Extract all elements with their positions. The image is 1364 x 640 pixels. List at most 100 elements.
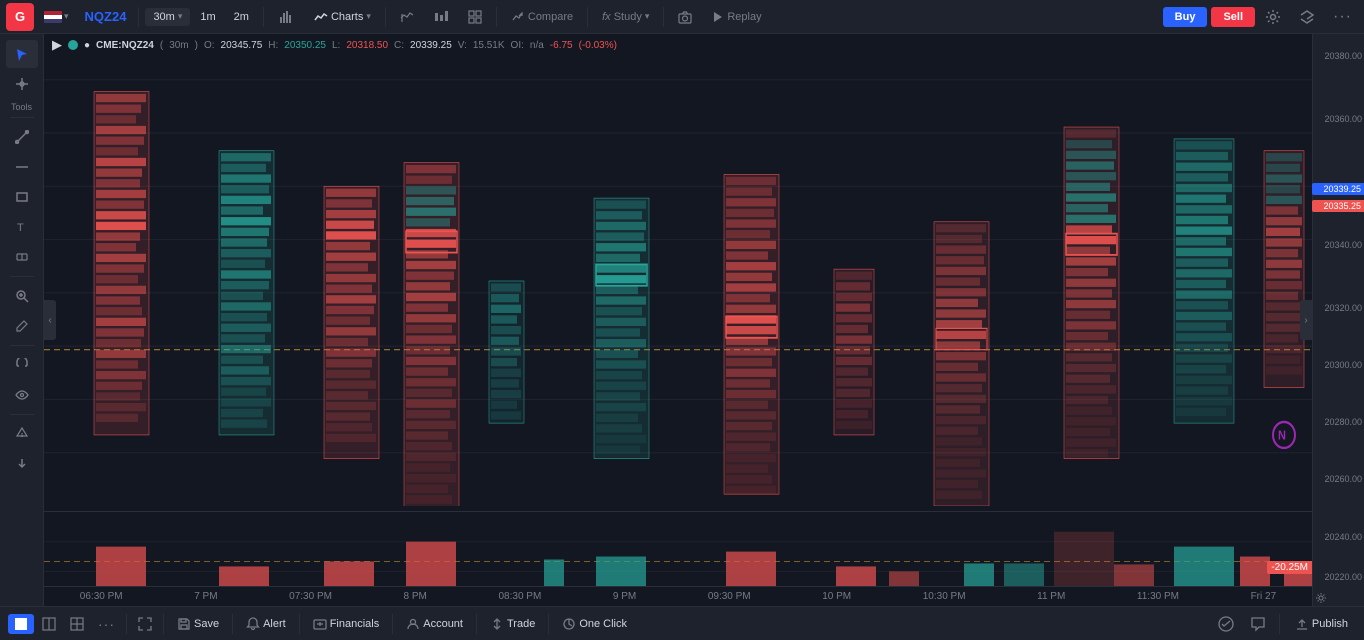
tool-alert-chart[interactable]	[6, 420, 38, 448]
price-level-9: 20220.00	[1324, 572, 1362, 582]
replay-btn[interactable]: Replay	[704, 8, 769, 26]
tool-line[interactable]	[6, 123, 38, 151]
tool-crosshair[interactable]	[6, 70, 38, 98]
tool-horizontal-line[interactable]	[6, 153, 38, 181]
tool-measure[interactable]	[6, 243, 38, 271]
sidebar-sep-2	[10, 276, 34, 277]
time-label-8: 10:30 PM	[923, 591, 966, 602]
flag-button[interactable]: ▾	[38, 9, 75, 25]
price-level-8: 20240.00	[1324, 532, 1362, 542]
svg-text:N: N	[1278, 428, 1286, 443]
financials-label: Financials	[330, 618, 380, 630]
bottom-tools-sep-6	[476, 614, 477, 634]
tools-label: Tools	[11, 102, 32, 112]
tool-brush[interactable]	[6, 312, 38, 340]
chart-svg: N	[44, 56, 1312, 506]
one-click-btn[interactable]: One Click	[554, 614, 635, 634]
indicator-btn-2[interactable]	[426, 7, 456, 27]
fullscreen-btn[interactable]	[132, 614, 158, 634]
tool-magnet[interactable]	[6, 351, 38, 379]
save-btn[interactable]: Save	[169, 614, 227, 634]
account-btn[interactable]: Account	[398, 614, 471, 634]
trade-btn[interactable]: Trade	[482, 614, 543, 634]
publish-label: Publish	[1312, 618, 1348, 630]
expand-info-btn[interactable]: ▶	[52, 37, 62, 53]
camera-btn[interactable]	[670, 7, 700, 27]
us-flag-icon	[44, 11, 62, 23]
price-scale-settings[interactable]	[1315, 592, 1327, 604]
layout-split-4-btn[interactable]	[64, 614, 90, 634]
chart-change: -6.75	[550, 40, 573, 51]
tool-eye[interactable]	[6, 381, 38, 409]
chart-change-pct: (-0.03%)	[579, 40, 617, 51]
time-label-3: 8 PM	[404, 591, 427, 602]
time-label-7: 10 PM	[822, 591, 851, 602]
nav-right-section: Buy Sell ···	[1163, 5, 1358, 29]
bottom-tools-sep-8	[1279, 614, 1280, 634]
financials-btn[interactable]: Financials	[305, 614, 388, 634]
time-label-6: 09:30 PM	[708, 591, 751, 602]
charts-button[interactable]: Charts ▾	[306, 7, 379, 27]
bottom-tools-sep-1	[126, 614, 127, 634]
time-label-0: 06:30 PM	[80, 591, 123, 602]
bottom-tools-sep-5	[392, 614, 393, 634]
layout-more-btn[interactable]: ···	[92, 613, 121, 635]
study-btn[interactable]: fx Study ▾	[594, 8, 657, 26]
layout-split-h-btn[interactable]	[36, 614, 62, 634]
compare-btn[interactable]: Compare	[503, 7, 581, 27]
chart-instrument: CME:NQZ24	[96, 40, 154, 51]
chart-open: 20345.75	[221, 40, 263, 51]
sell-button[interactable]: Sell	[1211, 7, 1255, 27]
time-label-11: Fri 27	[1251, 591, 1277, 602]
time-label-1: 7 PM	[194, 591, 217, 602]
tool-zoom[interactable]	[6, 282, 38, 310]
layout-single-btn[interactable]	[8, 614, 34, 634]
second-price-badge: 20335.25	[1312, 200, 1364, 212]
tool-rectangle[interactable]	[6, 183, 38, 211]
time-label-10: 11:30 PM	[1137, 591, 1179, 602]
collapse-handle-left[interactable]: ‹	[44, 300, 56, 340]
tool-text[interactable]: T	[6, 213, 38, 241]
current-price-badge: 20339.25	[1312, 183, 1364, 195]
publish-btn[interactable]: Publish	[1287, 614, 1356, 634]
charts-label: Charts	[331, 11, 363, 23]
telegram-btn[interactable]	[1212, 613, 1240, 635]
bottom-tools-sep-2	[163, 614, 164, 634]
nav-sep-2	[263, 7, 264, 27]
timeframe-30m[interactable]: 30m ▾	[145, 8, 190, 26]
symbol-label[interactable]: NQZ24	[79, 7, 133, 26]
alert-label: Alert	[263, 618, 286, 630]
timeframe-selector: 30m ▾ 1m 2m	[145, 8, 257, 26]
indicator-btn-1[interactable]	[392, 7, 422, 27]
one-click-label: One Click	[579, 618, 627, 630]
indicator-btn-3[interactable]	[460, 7, 490, 27]
chart-volume: 15.51K	[473, 40, 505, 51]
timeframe-2m[interactable]: 2m	[226, 8, 257, 26]
chart-type-bar[interactable]	[270, 6, 302, 28]
time-label-5: 9 PM	[613, 591, 636, 602]
timeframe-1m[interactable]: 1m	[192, 8, 223, 26]
bottom-tools-sep-3	[232, 614, 233, 634]
chart-area: ▶ ● CME:NQZ24 ( 30m ) O: 20345.75 H: 203…	[44, 34, 1312, 606]
svg-text:T: T	[17, 222, 24, 234]
price-level-7: 20260.00	[1324, 474, 1362, 484]
buy-button[interactable]: Buy	[1163, 7, 1208, 27]
trade-label: Trade	[507, 618, 535, 630]
time-label-2: 07:30 PM	[289, 591, 332, 602]
info-bar: ▶ ● CME:NQZ24 ( 30m ) O: 20345.75 H: 203…	[44, 34, 1312, 56]
study-label: Study	[614, 11, 642, 23]
top-navbar: G ▾ NQZ24 30m ▾ 1m 2m Charts ▾ Compare	[0, 0, 1364, 34]
chat-btn[interactable]	[1244, 613, 1272, 635]
tool-arrow-down[interactable]	[6, 450, 38, 478]
sidebar-sep-3	[10, 345, 34, 346]
compare-label: Compare	[528, 11, 573, 23]
more-button[interactable]: ···	[1327, 5, 1358, 29]
layers-button[interactable]	[1291, 6, 1323, 28]
nav-sep-5	[587, 7, 588, 27]
alert-btn[interactable]: Alert	[238, 614, 294, 634]
collapse-handle-right[interactable]: ›	[1300, 300, 1312, 340]
settings-button[interactable]	[1259, 6, 1287, 28]
tool-cursor[interactable]	[6, 40, 38, 68]
app-logo[interactable]: G	[6, 3, 34, 31]
price-level-2: 20360.00	[1324, 114, 1362, 124]
